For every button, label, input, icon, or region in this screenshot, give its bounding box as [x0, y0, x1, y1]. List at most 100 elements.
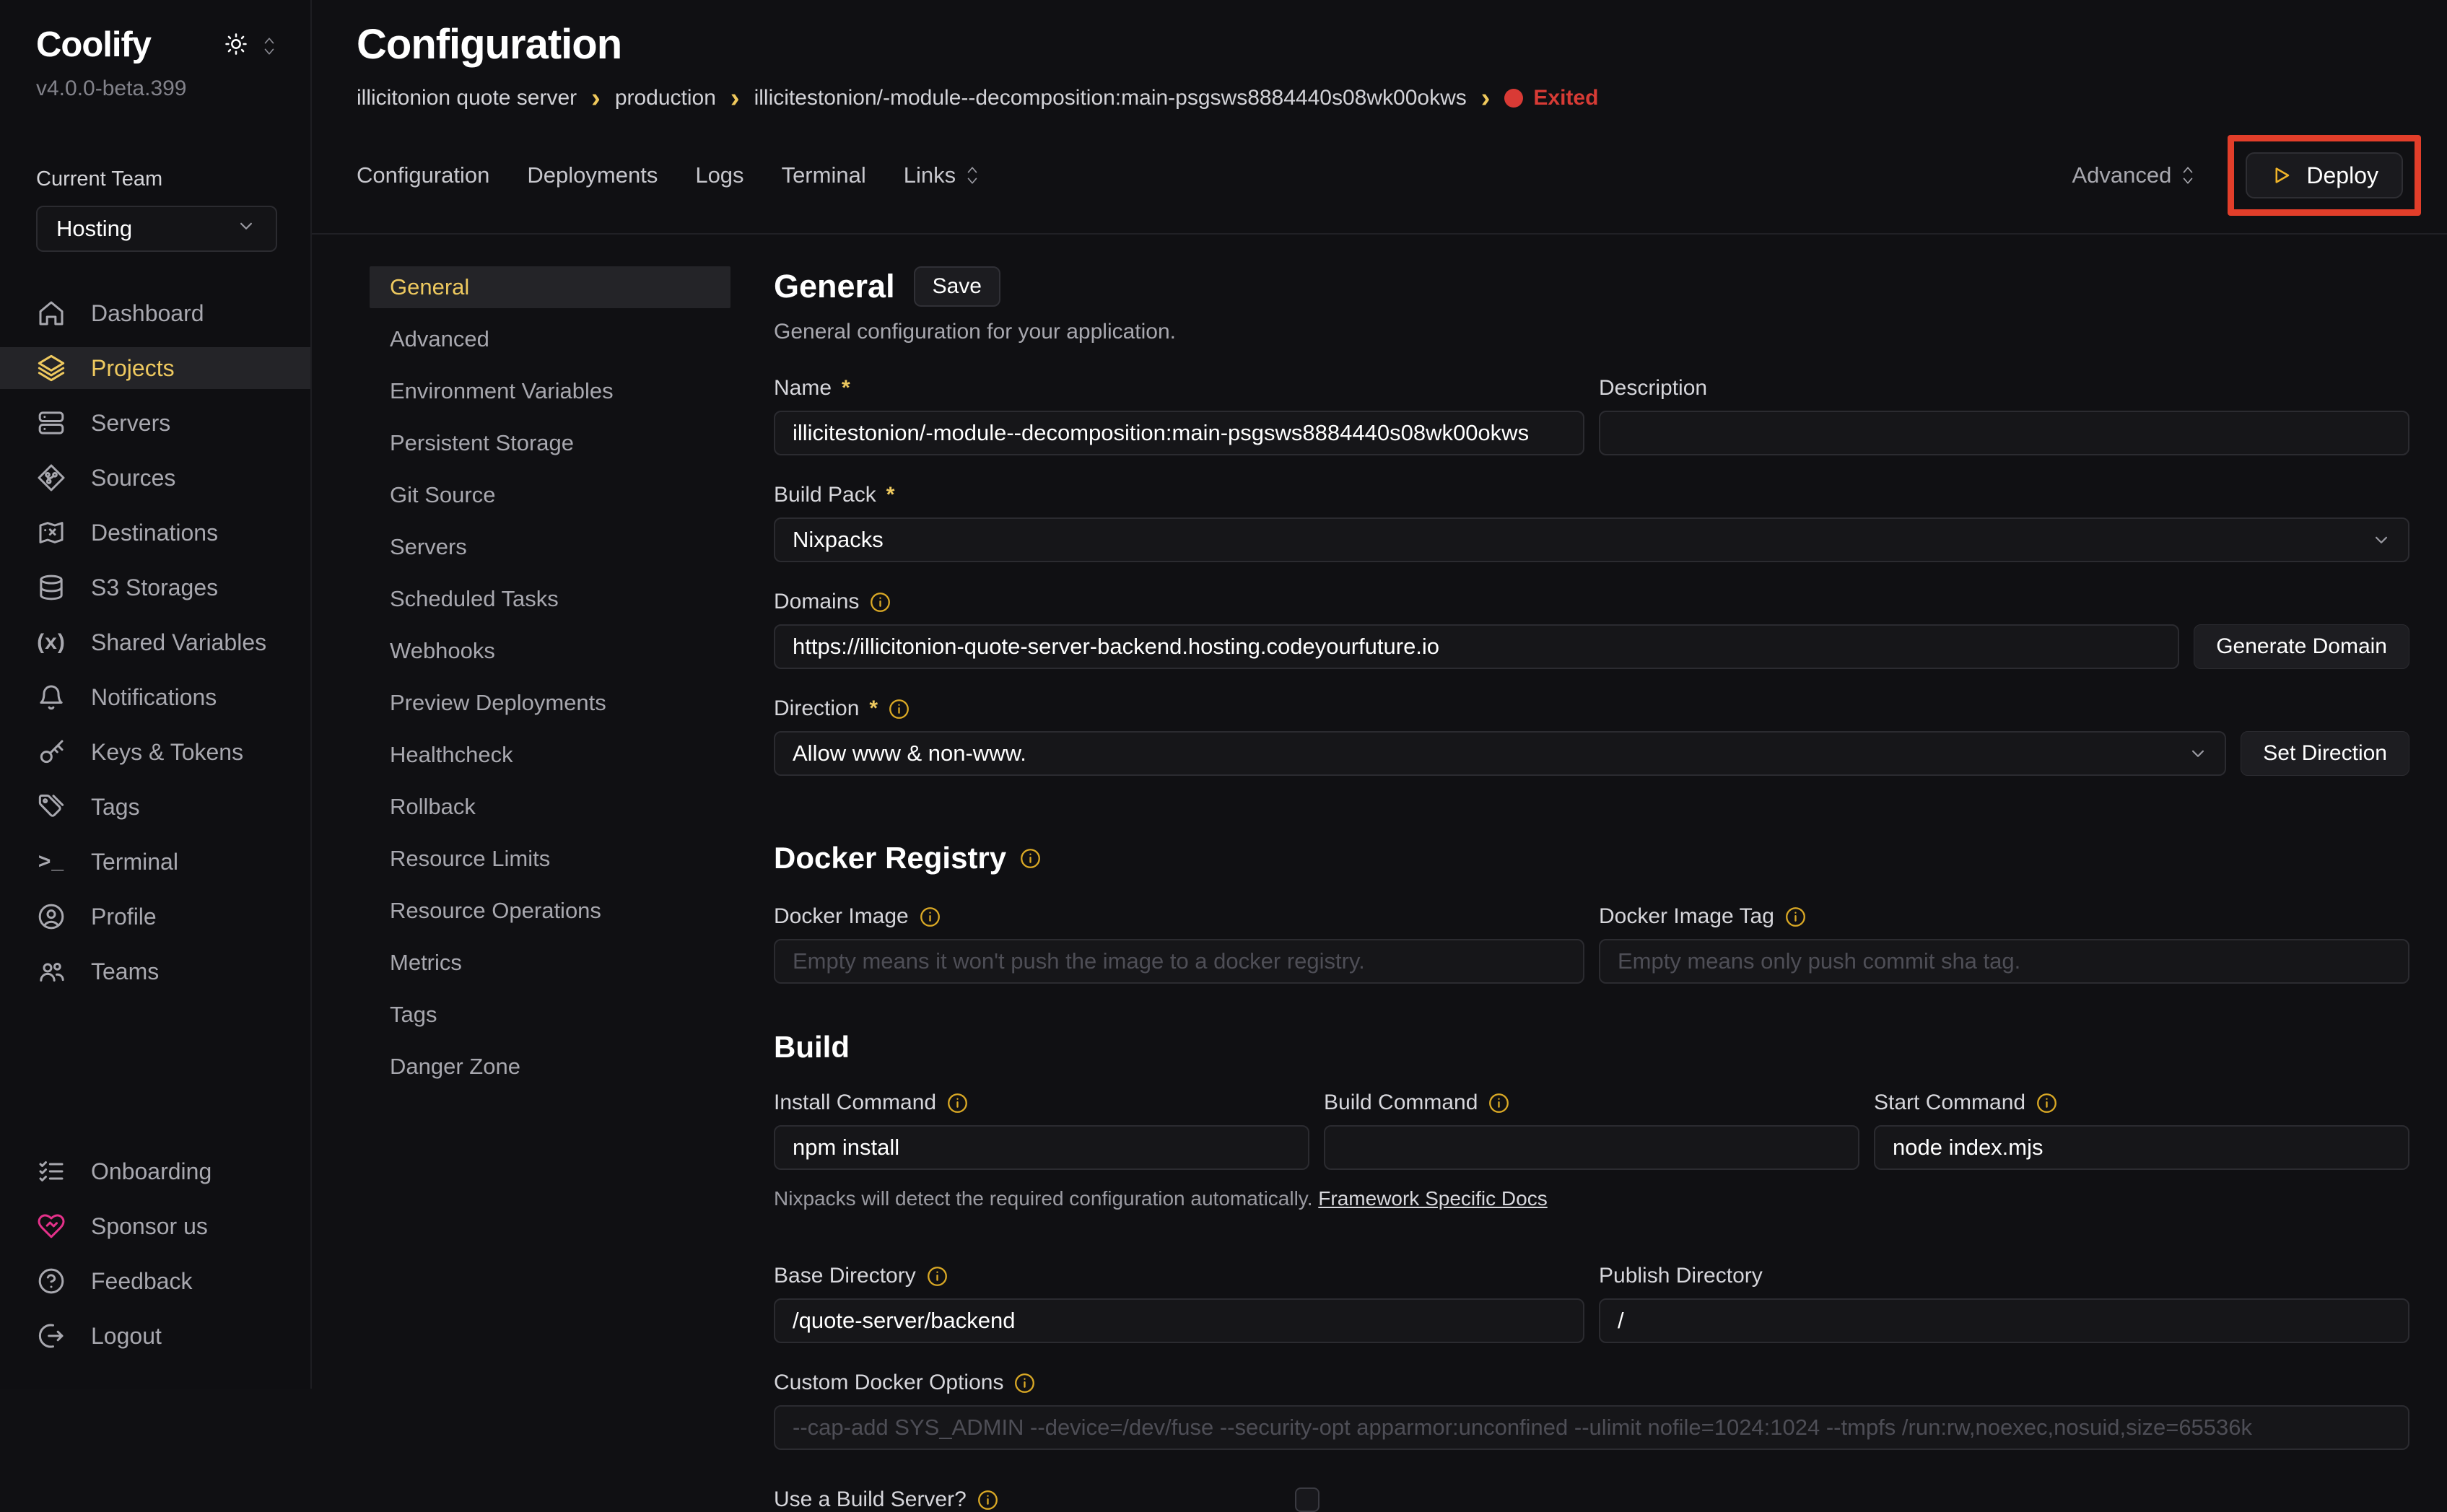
publish-directory-input[interactable] — [1599, 1298, 2409, 1343]
sidebar-item-projects[interactable]: Projects — [0, 347, 310, 389]
breadcrumb-separator-icon — [1481, 87, 1491, 109]
sidebar-item-notifications[interactable]: Notifications — [0, 676, 310, 718]
advanced-dropdown[interactable]: Advanced — [2072, 162, 2197, 188]
checklist-icon — [36, 1156, 66, 1187]
deploy-button[interactable]: Deploy — [2246, 152, 2403, 198]
tab-links[interactable]: Links — [904, 162, 980, 188]
section-description: General configuration for your applicati… — [774, 320, 2409, 344]
info-icon — [1019, 847, 1042, 870]
subnav-item-resource-operations[interactable]: Resource Operations — [370, 890, 730, 932]
chevron-down-icon — [235, 215, 257, 242]
info-icon — [869, 591, 891, 613]
bell-icon — [36, 682, 66, 712]
sidebar-item-tags[interactable]: Tags — [0, 786, 310, 828]
custom-docker-options-input[interactable] — [774, 1405, 2409, 1450]
build-command-input[interactable] — [1324, 1125, 1859, 1170]
current-team-label: Current Team — [0, 167, 310, 191]
subnav-item-scheduled-tasks[interactable]: Scheduled Tasks — [370, 578, 730, 620]
play-icon — [2270, 165, 2292, 186]
sidebar-item-dashboard[interactable]: Dashboard — [0, 292, 310, 334]
info-icon — [2036, 1092, 2058, 1114]
generate-domain-button[interactable]: Generate Domain — [2194, 624, 2409, 669]
docker-image-input[interactable] — [774, 939, 1584, 984]
subnav-item-persistent-storage[interactable]: Persistent Storage — [370, 422, 730, 464]
sidebar-item-servers[interactable]: Servers — [0, 402, 310, 444]
map-icon — [36, 517, 66, 548]
settings-subnav: General Advanced Environment Variables P… — [370, 266, 730, 1512]
theme-switcher-chevrons-icon[interactable] — [261, 35, 277, 57]
status-dot-icon — [1504, 89, 1523, 108]
build-server-checkbox[interactable] — [1295, 1487, 1320, 1512]
name-input[interactable] — [774, 411, 1584, 455]
description-input[interactable] — [1599, 411, 2409, 455]
save-button[interactable]: Save — [914, 266, 1000, 307]
sidebar-item-logout[interactable]: Logout — [0, 1315, 310, 1357]
sidebar-item-keys-tokens[interactable]: Keys & Tokens — [0, 731, 310, 773]
sidebar-item-teams[interactable]: Teams — [0, 951, 310, 992]
direction-select[interactable]: Allow www & non-www. — [774, 731, 2226, 776]
sidebar-item-feedback[interactable]: Feedback — [0, 1260, 310, 1302]
start-command-input[interactable] — [1874, 1125, 2409, 1170]
subnav-item-git-source[interactable]: Git Source — [370, 474, 730, 516]
build-command-label: Build Command — [1324, 1091, 1859, 1115]
subnav-item-webhooks[interactable]: Webhooks — [370, 630, 730, 672]
chevrons-up-down-icon — [964, 165, 980, 186]
subnav-item-servers[interactable]: Servers — [370, 526, 730, 568]
subnav-item-metrics[interactable]: Metrics — [370, 942, 730, 984]
app-logo: Coolify — [36, 25, 151, 65]
subnav-item-preview-deployments[interactable]: Preview Deployments — [370, 682, 730, 724]
docker-image-tag-label: Docker Image Tag — [1599, 904, 2409, 929]
tabbar: Configuration Deployments Logs Terminal … — [312, 110, 2447, 216]
subnav-item-healthcheck[interactable]: Healthcheck — [370, 734, 730, 776]
chevron-down-icon — [2370, 529, 2392, 551]
team-select-value: Hosting — [56, 216, 132, 242]
tab-configuration[interactable]: Configuration — [357, 162, 489, 188]
install-command-label: Install Command — [774, 1091, 1309, 1115]
sidebar-item-sources[interactable]: Sources — [0, 457, 310, 499]
breadcrumb-separator-icon — [730, 87, 740, 109]
general-form: General Save General configuration for y… — [774, 266, 2409, 1512]
main-content: Configuration illicitonion quote server … — [312, 0, 2447, 1389]
set-direction-button[interactable]: Set Direction — [2241, 731, 2409, 776]
sidebar-item-terminal[interactable]: >_ Terminal — [0, 841, 310, 883]
subnav-item-tags[interactable]: Tags — [370, 994, 730, 1036]
sidebar-item-shared-variables[interactable]: (x) Shared Variables — [0, 621, 310, 663]
subnav-item-environment-variables[interactable]: Environment Variables — [370, 370, 730, 412]
build-title: Build — [774, 1030, 2409, 1065]
sidebar-item-sponsor[interactable]: Sponsor us — [0, 1205, 310, 1247]
breadcrumb-environment[interactable]: production — [615, 86, 716, 110]
sidebar-nav: Dashboard Projects Servers Sources Desti… — [0, 292, 310, 1005]
sidebar-item-profile[interactable]: Profile — [0, 896, 310, 938]
subnav-item-general[interactable]: General — [370, 266, 730, 308]
docker-registry-title: Docker Registry — [774, 841, 2409, 875]
subnav-item-advanced[interactable]: Advanced — [370, 318, 730, 360]
team-select[interactable]: Hosting — [36, 206, 277, 252]
build-pack-select[interactable]: Nixpacks — [774, 517, 2409, 562]
info-icon — [946, 1092, 969, 1114]
domains-input[interactable] — [774, 624, 2179, 669]
database-icon — [36, 572, 66, 603]
subnav-item-danger-zone[interactable]: Danger Zone — [370, 1046, 730, 1088]
sidebar-item-destinations[interactable]: Destinations — [0, 512, 310, 554]
subnav-item-resource-limits[interactable]: Resource Limits — [370, 838, 730, 880]
info-icon — [919, 906, 941, 928]
tab-terminal[interactable]: Terminal — [782, 162, 866, 188]
heart-hands-icon — [36, 1211, 66, 1241]
tab-logs[interactable]: Logs — [695, 162, 743, 188]
breadcrumb-project[interactable]: illicitonion quote server — [357, 86, 577, 110]
breadcrumb-application[interactable]: illicitestonion/-module--decomposition:m… — [754, 86, 1467, 110]
install-command-input[interactable] — [774, 1125, 1309, 1170]
info-icon — [977, 1489, 999, 1511]
docker-image-tag-input[interactable] — [1599, 939, 2409, 984]
subnav-item-rollback[interactable]: Rollback — [370, 786, 730, 828]
base-directory-input[interactable] — [774, 1298, 1584, 1343]
status-badge: Exited — [1504, 86, 1598, 110]
docker-image-label: Docker Image — [774, 904, 1584, 929]
tab-deployments[interactable]: Deployments — [527, 162, 658, 188]
sidebar-item-onboarding[interactable]: Onboarding — [0, 1150, 310, 1192]
chevron-down-icon — [2187, 743, 2209, 764]
chevrons-up-down-icon — [2180, 165, 2196, 186]
framework-docs-link[interactable]: Framework Specific Docs — [1318, 1187, 1547, 1210]
sidebar-item-s3-storages[interactable]: S3 Storages — [0, 567, 310, 608]
theme-sun-icon[interactable] — [224, 32, 248, 60]
